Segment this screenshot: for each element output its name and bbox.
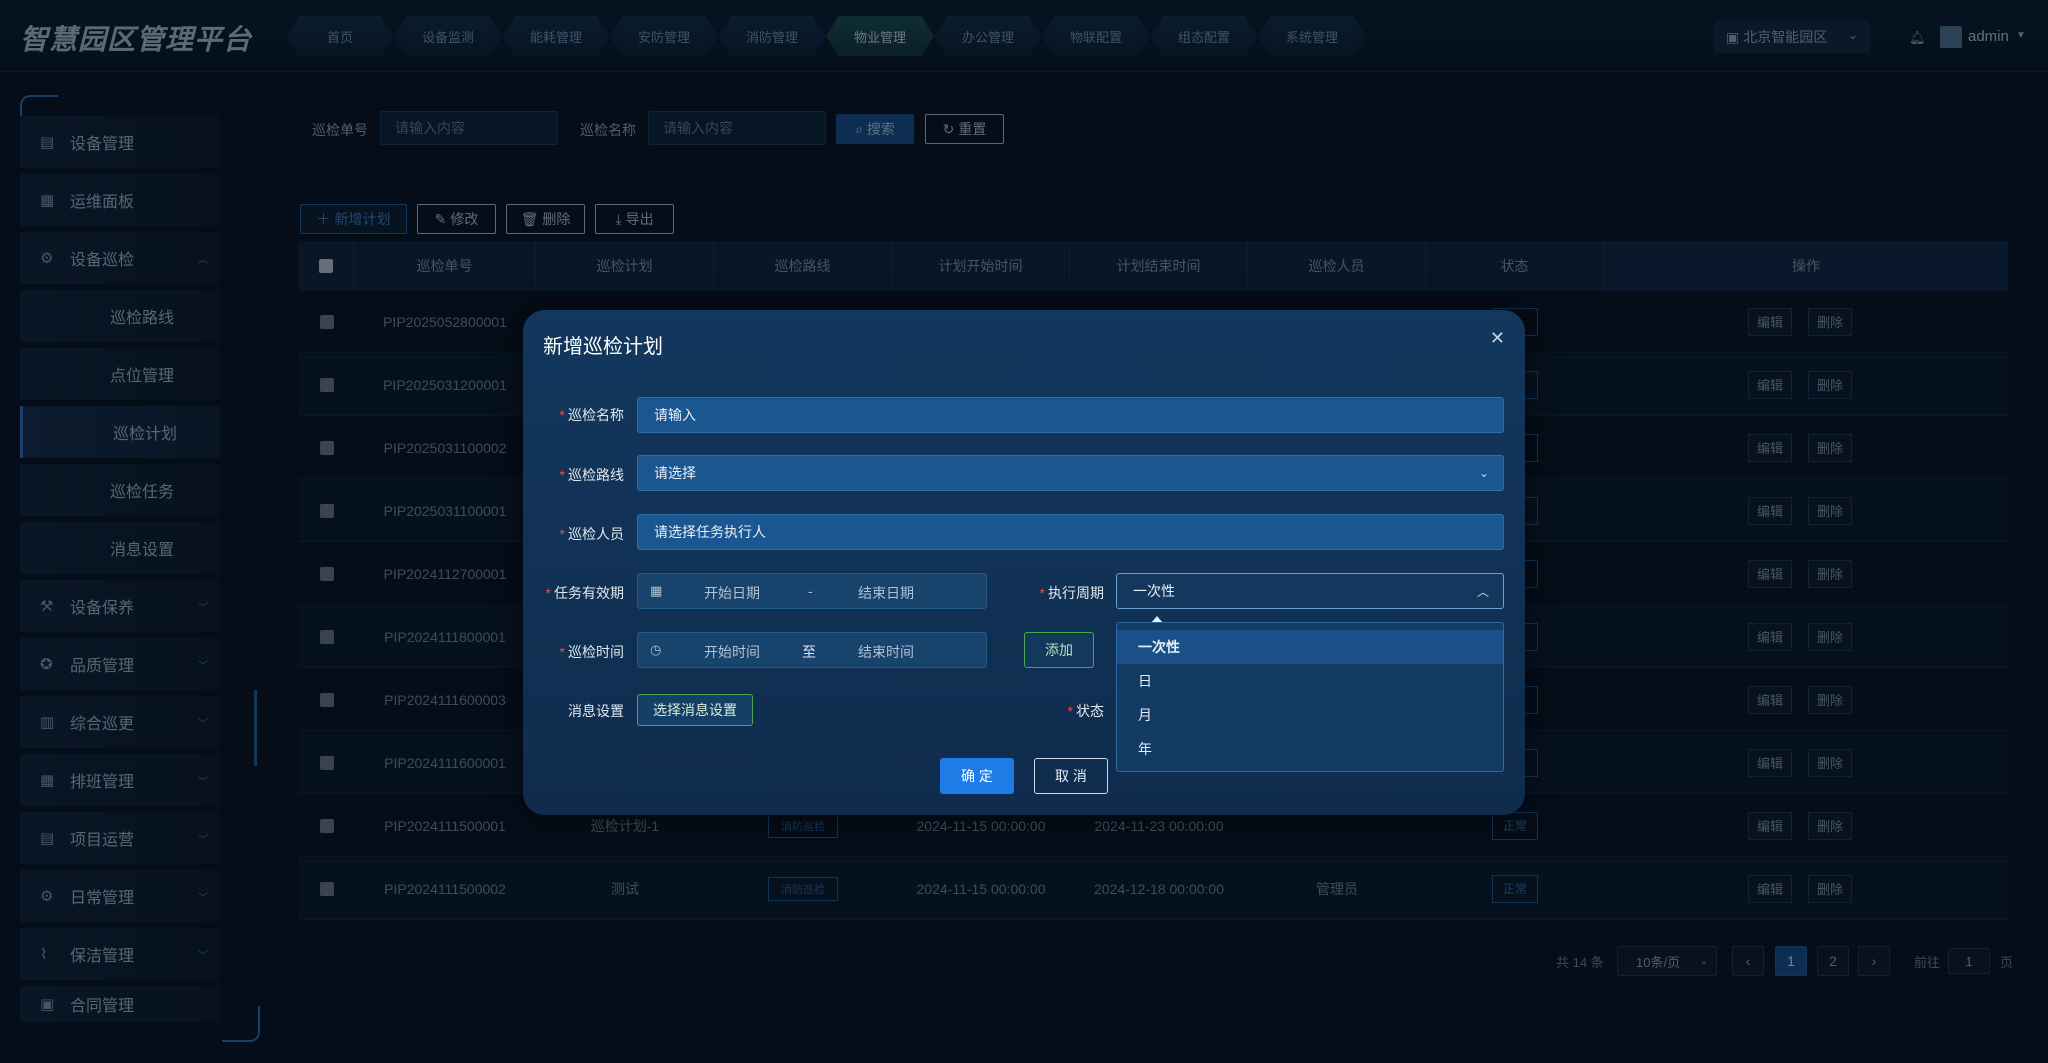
period-option-month[interactable]: 月 [1117, 698, 1503, 732]
period-select-value: 一次性 [1133, 583, 1175, 599]
period-dropdown: 一次性 日 月 年 [1116, 622, 1504, 772]
status-label-text: 状态 [1076, 703, 1104, 719]
required-asterisk: * [1039, 585, 1045, 601]
message-setting-label: 消息设置 [568, 703, 624, 719]
required-asterisk: * [1067, 703, 1073, 719]
person-label: * 巡检人员 [540, 524, 624, 544]
validity-label-text: 任务有效期 [554, 585, 624, 601]
route-label: * 巡检路线 [540, 465, 624, 485]
route-select-value: 请选择 [654, 465, 696, 481]
required-asterisk: * [545, 585, 551, 601]
name-label: * 巡检名称 [540, 405, 624, 425]
add-time-button[interactable]: 添加 [1024, 632, 1094, 668]
end-date-field[interactable]: 结束日期 [858, 583, 914, 603]
period-label-text: 执行周期 [1048, 585, 1104, 601]
required-asterisk: * [559, 467, 565, 483]
status-label: * 状态 [1020, 701, 1104, 721]
route-select[interactable]: 请选择 ⌄ [637, 455, 1504, 491]
cancel-button[interactable]: 取 消 [1034, 758, 1108, 794]
close-icon[interactable]: ✕ [1490, 328, 1505, 349]
start-time-field[interactable]: 开始时间 [704, 642, 760, 662]
calendar-icon: ▦ [650, 583, 663, 598]
required-asterisk: * [559, 526, 565, 542]
time-label: * 巡检时间 [540, 642, 624, 662]
select-message-button[interactable]: 选择消息设置 [637, 694, 753, 726]
required-asterisk: * [559, 644, 565, 660]
confirm-button[interactable]: 确 定 [940, 758, 1014, 794]
period-option-once[interactable]: 一次性 [1117, 630, 1503, 664]
time-range[interactable]: ◷ 开始时间 至 结束时间 [637, 632, 987, 668]
period-label: * 执行周期 [1020, 583, 1104, 603]
time-label-text: 巡检时间 [568, 644, 624, 660]
period-option-day[interactable]: 日 [1117, 664, 1503, 698]
person-label-text: 巡检人员 [568, 526, 624, 542]
time-separator: 至 [802, 644, 816, 660]
route-label-text: 巡检路线 [568, 467, 624, 483]
validity-date-range[interactable]: ▦ 开始日期 - 结束日期 [637, 573, 987, 609]
period-option-year[interactable]: 年 [1117, 732, 1503, 766]
clock-icon: ◷ [650, 642, 662, 657]
chevron-down-icon: ⌄ [1478, 466, 1489, 480]
dialog-title: 新增巡检计划 [543, 336, 663, 358]
date-separator: - [808, 583, 813, 599]
chevron-up-icon: ︿ [1476, 584, 1489, 599]
person-select[interactable]: 请选择任务执行人 [637, 514, 1504, 550]
validity-label: * 任务有效期 [530, 583, 624, 603]
name-label-text: 巡检名称 [568, 407, 624, 423]
required-asterisk: * [559, 407, 565, 423]
plan-name-input[interactable]: 请输入 [637, 397, 1504, 433]
end-time-field[interactable]: 结束时间 [858, 642, 914, 662]
period-select[interactable]: 一次性 ︿ [1116, 573, 1504, 609]
start-date-field[interactable]: 开始日期 [704, 583, 760, 603]
